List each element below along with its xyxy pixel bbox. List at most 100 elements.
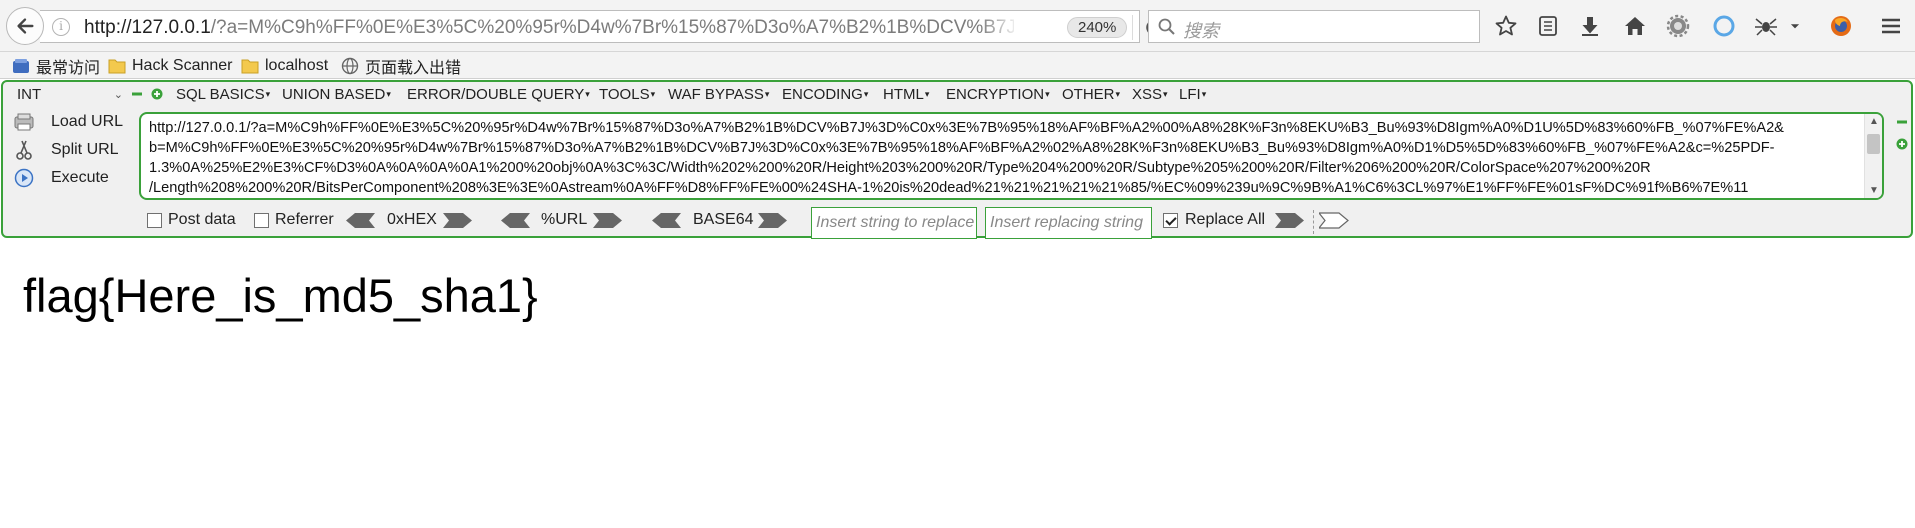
bookmark-label: 最常访问	[36, 60, 101, 77]
folder-icon	[108, 59, 126, 74]
menu-sql-basics[interactable]: SQL BASICS▾	[176, 86, 270, 103]
replace-all-checkbox[interactable]	[1163, 213, 1178, 228]
hackbar-url-textarea[interactable]: http://127.0.0.1/?a=M%C9h%FF%0E%E3%5C%20…	[139, 112, 1884, 200]
menu-html[interactable]: HTML▾	[883, 86, 929, 103]
menu-other[interactable]: OTHER▾	[1062, 86, 1120, 103]
download-icon[interactable]	[1577, 13, 1603, 39]
url-host: http://127.0.0.1	[84, 17, 211, 38]
info-icon[interactable]: i	[52, 18, 70, 36]
replace-right-button[interactable]	[1275, 212, 1305, 229]
divider	[1313, 210, 1314, 234]
address-bar[interactable]: i http://127.0.0.1/?a=M%C9h%FF%0E%E3%5C%…	[40, 10, 1162, 43]
menu-label: SQL BASICS	[176, 86, 265, 103]
split-url-label: Split URL	[51, 141, 119, 158]
bookmark-hack-scanner[interactable]: Hack Scanner	[108, 55, 233, 77]
post-data-checkbox[interactable]	[147, 213, 162, 228]
home-icon[interactable]	[1622, 13, 1648, 39]
menu-error-double-query[interactable]: ERROR/DOUBLE QUERY▾	[407, 86, 590, 103]
base64-encode-button[interactable]	[758, 212, 788, 229]
menu-waf-bypass[interactable]: WAF BYPASS▾	[668, 86, 769, 103]
plus-icon[interactable]	[151, 88, 163, 100]
minus-icon[interactable]	[1896, 116, 1908, 128]
bookmark-most-visited[interactable]: 最常访问	[12, 55, 100, 77]
menu-union-based[interactable]: UNION BASED▾	[282, 86, 391, 103]
bookmark-localhost[interactable]: localhost	[241, 55, 328, 77]
type-select[interactable]: INT ⌄	[9, 85, 127, 105]
execute-icon	[13, 167, 35, 189]
referrer-label: Referrer	[275, 211, 334, 228]
hex-label: 0xHEX	[387, 211, 437, 228]
hex-encode-button[interactable]	[443, 212, 473, 229]
bookmark-page-load-error[interactable]: 页面载入出错	[341, 55, 461, 77]
settings-icon[interactable]	[1665, 13, 1691, 39]
back-button[interactable]	[6, 7, 44, 45]
menu-label: ENCRYPTION	[946, 86, 1045, 103]
menu-label: HTML	[883, 86, 924, 103]
reload-divider	[1132, 15, 1133, 40]
url-encoding-label: %URL	[541, 211, 588, 228]
menu-label: UNION BASED	[282, 86, 386, 103]
post-data-label: Post data	[168, 211, 236, 228]
menu-label: ENCODING	[782, 86, 863, 103]
navigation-toolbar: i http://127.0.0.1/?a=M%C9h%FF%0E%E3%5C%…	[0, 0, 1915, 52]
url-line: 1.3%0A%25%E2%E3%CF%D3%0A%0A%0A%0A1%200%2…	[149, 160, 1651, 176]
bookmark-label: localhost	[265, 57, 329, 74]
scroll-up-icon[interactable]: ▲	[1869, 116, 1879, 127]
replace-alt-button[interactable]	[1317, 212, 1349, 229]
search-icon	[1157, 17, 1177, 37]
hackbar-url-content: http://127.0.0.1/?a=M%C9h%FF%0E%E3%5C%20…	[149, 118, 1849, 198]
split-url-button[interactable]: Split URL	[13, 138, 119, 162]
search-bar[interactable]: 搜索	[1148, 10, 1480, 43]
menu-encryption[interactable]: ENCRYPTION▾	[946, 86, 1050, 103]
search-placeholder: 搜索	[1183, 21, 1219, 41]
firefox-profile-icon[interactable]	[1828, 13, 1854, 39]
folder-icon	[241, 59, 259, 74]
spider-addon-icon[interactable]	[1753, 13, 1779, 39]
menu-encoding[interactable]: ENCODING▾	[782, 86, 868, 103]
referrer-checkbox[interactable]	[254, 213, 269, 228]
scissors-icon	[13, 139, 35, 161]
load-url-icon	[13, 111, 35, 133]
reading-list-icon[interactable]	[1535, 13, 1561, 39]
url-line: http://127.0.0.1/?a=M%C9h%FF%0E%E3%5C%20…	[149, 120, 1784, 136]
minus-icon[interactable]	[131, 88, 143, 100]
replace-all-label: Replace All	[1185, 211, 1266, 228]
bookmark-label: Hack Scanner	[132, 57, 233, 74]
load-url-button[interactable]: Load URL	[13, 110, 123, 134]
menu-tools[interactable]: TOOLS▾	[599, 86, 655, 103]
scroll-thumb[interactable]	[1867, 134, 1880, 154]
chevron-down-icon: ⌄	[113, 89, 123, 101]
url-encode-button[interactable]	[593, 212, 623, 229]
find-string-input[interactable]: Insert string to replace	[811, 207, 977, 239]
hamburger-menu-icon[interactable]	[1878, 13, 1904, 39]
hex-decode-button[interactable]	[345, 212, 375, 229]
load-url-label: Load URL	[51, 113, 124, 130]
base64-decode-button[interactable]	[651, 212, 681, 229]
url-path: /?a=M%C9h%FF%0E%E3%5C%20%95r%D4w%7Br%15%…	[210, 17, 1014, 38]
dropdown-icon[interactable]	[1788, 13, 1802, 39]
back-icon	[17, 18, 34, 34]
menu-label: ERROR/DOUBLE QUERY	[407, 86, 585, 103]
bookmarks-toolbar: 最常访问 Hack Scanner localhost 页面载入出错	[0, 52, 1915, 79]
page-flag-text: flag{Here_is_md5_sha1}	[23, 269, 538, 322]
bookmark-star-icon[interactable]	[1493, 13, 1519, 39]
circle-addon-icon[interactable]	[1711, 13, 1737, 39]
plus-icon[interactable]	[1896, 138, 1908, 150]
scroll-down-icon[interactable]: ▼	[1869, 185, 1879, 196]
zoom-level-badge[interactable]: 240%	[1067, 17, 1128, 38]
url-decode-button[interactable]	[500, 212, 530, 229]
execute-button[interactable]: Execute	[13, 166, 109, 190]
menu-label: XSS	[1132, 86, 1163, 103]
url-line: /Length%208%200%20R/BitsPerComponent%208…	[149, 180, 1749, 196]
address-bar-url[interactable]: http://127.0.0.1/?a=M%C9h%FF%0E%E3%5C%20…	[84, 17, 1014, 39]
replace-string-input[interactable]: Insert replacing string	[985, 207, 1152, 239]
textarea-scrollbar[interactable]: ▲ ▼	[1864, 114, 1882, 198]
hackbar-menu-row: INT ⌄ SQL BASICS▾ UNION BASED▾ ERROR/DOU…	[3, 82, 1911, 108]
menu-xss[interactable]: XSS▾	[1132, 86, 1168, 103]
menu-label: LFI	[1179, 86, 1201, 103]
url-fade-overlay	[980, 12, 1020, 42]
menu-label: WAF BYPASS	[668, 86, 764, 103]
menu-lfi[interactable]: LFI▾	[1179, 86, 1206, 103]
url-line: b=M%C9h%FF%0E%E3%5C%20%95r%D4w%7Br%15%87…	[149, 140, 1775, 156]
menu-label: TOOLS	[599, 86, 650, 103]
